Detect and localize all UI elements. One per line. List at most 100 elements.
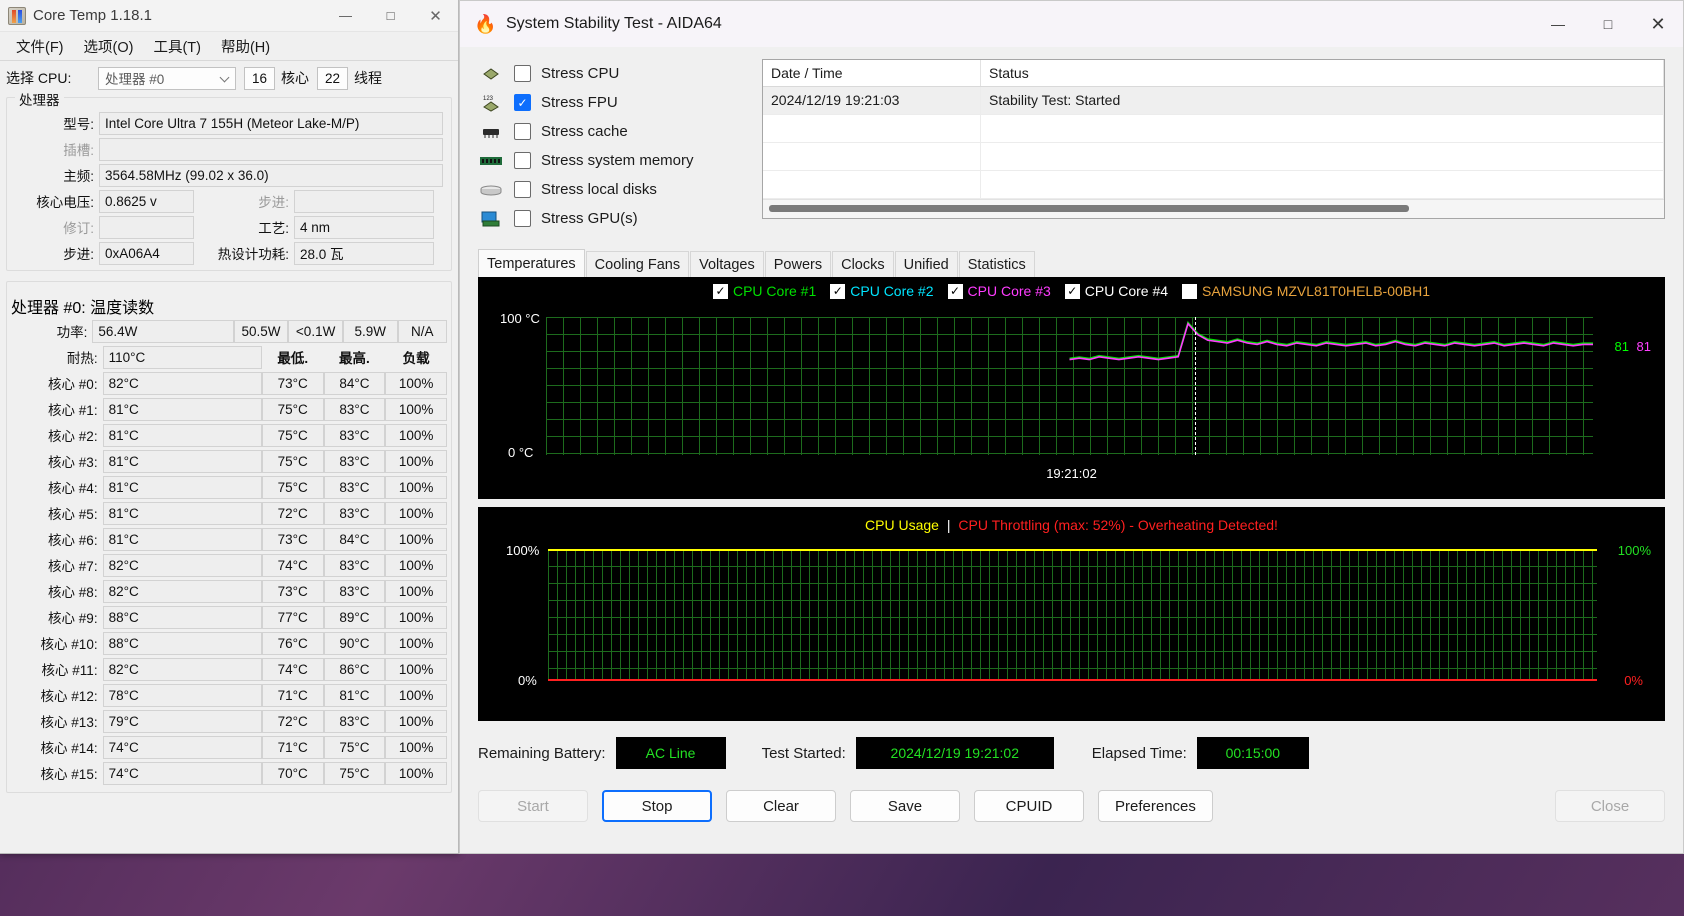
core-temp-value: 88°C: [103, 606, 262, 629]
stress-option-stress-cache[interactable]: Stress cache: [478, 117, 738, 146]
core-max-value: 84°C: [324, 528, 386, 551]
core-load-value: 100%: [385, 606, 447, 629]
temperature-readings-group: 处理器 #0: 温度读数 功率: 56.4W 50.5W <0.1W 5.9W …: [6, 281, 452, 793]
core-temp-value: 74°C: [103, 762, 262, 785]
maximize-icon[interactable]: □: [368, 0, 413, 32]
table-row: 核心 #0:82°C73°C84°C100%: [11, 370, 447, 396]
legend-item[interactable]: ✓CPU Core #4: [1065, 283, 1168, 299]
tab-clocks[interactable]: Clocks: [832, 251, 894, 277]
power-label: 功率:: [11, 321, 92, 341]
checkbox[interactable]: [514, 94, 531, 111]
core-label: 核心 #4:: [11, 477, 103, 497]
core-label: 核心 #14:: [11, 737, 103, 757]
elapsed-time-label: Elapsed Time:: [1092, 745, 1187, 762]
test-started-label: Test Started:: [762, 745, 846, 762]
menu-item-help[interactable]: 帮助(H): [211, 33, 280, 60]
table-row[interactable]: [763, 143, 1664, 171]
tab-statistics[interactable]: Statistics: [959, 251, 1035, 277]
maximize-icon[interactable]: □: [1583, 1, 1633, 47]
cpu-select-value: 处理器 #0: [105, 68, 164, 88]
status-bar: Remaining Battery: AC Line Test Started:…: [478, 721, 1665, 779]
tab-temperatures[interactable]: Temperatures: [478, 249, 585, 277]
core-load-value: 100%: [385, 710, 447, 733]
socket-label: 插槽:: [11, 139, 99, 159]
preferences-button[interactable]: Preferences: [1098, 790, 1213, 822]
threads-count-value: 22: [317, 67, 348, 90]
stress-option-label: Stress GPU(s): [541, 210, 638, 227]
cpu-select-dropdown[interactable]: 处理器 #0: [98, 67, 236, 90]
core-min-value: 71°C: [262, 736, 324, 759]
memory-dimm-icon: [478, 151, 504, 171]
minimize-icon[interactable]: —: [1533, 1, 1583, 47]
series-cpu-core-3: [1070, 324, 1594, 360]
core-min-value: 71°C: [262, 684, 324, 707]
core-load-value: 100%: [385, 398, 447, 421]
stepping-value: 0xA06A4: [99, 242, 194, 265]
aida64-titlebar: 🔥 System Stability Test - AIDA64 — □ ✕: [460, 1, 1683, 47]
checkbox[interactable]: [514, 65, 531, 82]
legend-checkbox[interactable]: ✓: [830, 284, 845, 299]
y-axis-bottom-label: 0 °C: [508, 445, 533, 460]
core-load-value: 100%: [385, 450, 447, 473]
legend-checkbox[interactable]: ✓: [1065, 284, 1080, 299]
table-row[interactable]: 2024/12/19 19:21:03Stability Test: Start…: [763, 87, 1664, 115]
menu-item-file[interactable]: 文件(F): [6, 33, 74, 60]
core-max-value: 86°C: [324, 658, 386, 681]
table-row[interactable]: [763, 115, 1664, 143]
stress-option-stress-local-disks[interactable]: Stress local disks: [478, 175, 738, 204]
clear-button[interactable]: Clear: [726, 790, 836, 822]
fpu-chip-icon: 123: [478, 93, 504, 113]
aida64-window-controls: — □ ✕: [1533, 1, 1683, 47]
table-row: 核心 #1:81°C75°C83°C100%: [11, 396, 447, 422]
legend-item[interactable]: SAMSUNG MZVL81T0HELB-00BH1: [1182, 283, 1430, 299]
tab-voltages[interactable]: Voltages: [690, 251, 764, 277]
table-row: 核心 #13:79°C72°C83°C100%: [11, 708, 447, 734]
cpu-usage-chart: CPU Usage | CPU Throttling (max: 52%) - …: [478, 507, 1665, 721]
log-header-row: Date / Time Status: [763, 60, 1664, 87]
legend-item[interactable]: ✓CPU Core #3: [948, 283, 1051, 299]
chart-cursor-line: [1195, 317, 1196, 455]
core-temp-value: 81°C: [103, 476, 262, 499]
menu-item-options[interactable]: 选项(O): [74, 33, 144, 60]
revision-value: [99, 216, 194, 239]
log-horizontal-scrollbar[interactable]: [763, 199, 1664, 218]
core-max-value: 83°C: [324, 398, 386, 421]
menu-item-tools[interactable]: 工具(T): [143, 33, 211, 60]
tab-unified[interactable]: Unified: [895, 251, 958, 277]
scrollbar-thumb[interactable]: [769, 205, 1409, 212]
core-temp-menubar: 文件(F) 选项(O) 工具(T) 帮助(H): [0, 32, 458, 61]
stress-option-stress-gpu-s[interactable]: Stress GPU(s): [478, 204, 738, 233]
legend-item[interactable]: ✓CPU Core #1: [713, 283, 816, 299]
tab-cooling-fans[interactable]: Cooling Fans: [586, 251, 689, 277]
vid-label: 核心电压:: [11, 191, 99, 211]
core-label: 核心 #10:: [11, 633, 103, 653]
close-icon[interactable]: ✕: [413, 0, 458, 32]
checkbox[interactable]: [514, 123, 531, 140]
stress-option-stress-system-memory[interactable]: Stress system memory: [478, 146, 738, 175]
save-button[interactable]: Save: [850, 790, 960, 822]
stop-button[interactable]: Stop: [602, 790, 712, 822]
legend-item[interactable]: ✓CPU Core #2: [830, 283, 933, 299]
checkbox[interactable]: [514, 152, 531, 169]
model-value: Intel Core Ultra 7 155H (Meteor Lake-M/P…: [99, 112, 443, 135]
tjmax-label: 耐热:: [11, 347, 103, 367]
stress-option-stress-cpu[interactable]: Stress CPU: [478, 59, 738, 88]
minimize-icon[interactable]: —: [323, 0, 368, 32]
core-temp-value: 79°C: [103, 710, 262, 733]
table-row[interactable]: [763, 171, 1664, 199]
close-icon[interactable]: ✕: [1633, 1, 1683, 47]
checkbox[interactable]: [514, 181, 531, 198]
series-cpu-core-1: [1070, 323, 1594, 359]
stress-option-stress-fpu[interactable]: 123Stress FPU: [478, 88, 738, 117]
core-label: 核心 #5:: [11, 503, 103, 523]
legend-checkbox[interactable]: ✓: [948, 284, 963, 299]
log-rows: 2024/12/19 19:21:03Stability Test: Start…: [763, 87, 1664, 199]
legend-checkbox[interactable]: [1182, 284, 1197, 299]
core-max-value: 83°C: [324, 502, 386, 525]
tab-powers[interactable]: Powers: [765, 251, 831, 277]
cpuid-button[interactable]: CPUID: [974, 790, 1084, 822]
checkbox[interactable]: [514, 210, 531, 227]
frequency-value: 3564.58MHz (99.02 x 36.0): [99, 164, 443, 187]
core-max-value: 83°C: [324, 554, 386, 577]
legend-checkbox[interactable]: ✓: [713, 284, 728, 299]
